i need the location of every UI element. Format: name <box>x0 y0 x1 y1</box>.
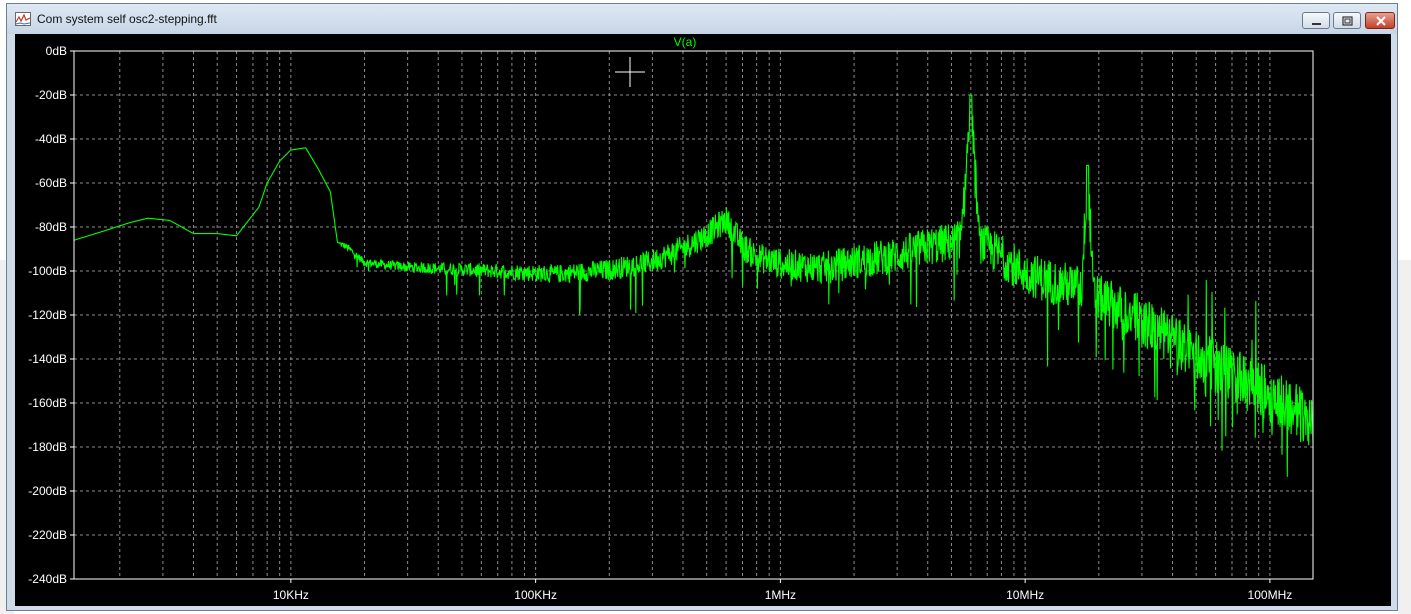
y-tick-label: 0dB <box>46 44 67 58</box>
desktop-background-right <box>1398 260 1411 614</box>
y-tick-label: -200dB <box>28 484 67 498</box>
x-tick-label: 10MHz <box>1006 588 1044 602</box>
y-tick-label: -120dB <box>28 308 67 322</box>
y-tick-label: -140dB <box>28 352 67 366</box>
y-tick-label: -220dB <box>28 528 67 542</box>
window-title: Com system self osc2-stepping.fft <box>37 12 217 26</box>
restore-icon <box>1342 16 1353 26</box>
fft-plot[interactable]: 0dB -20dB -40dB -60dB -80dB -100dB -120dB -140d… <box>15 34 1391 606</box>
plot-pane[interactable]: 0dB -20dB -40dB -60dB -80dB -100dB -120dB -140d… <box>15 34 1391 606</box>
x-tick-label: 10KHz <box>273 588 309 602</box>
trace-title[interactable]: V(a) <box>674 35 697 49</box>
x-tick-label: 100MHz <box>1248 588 1293 602</box>
y-tick-label: -100dB <box>28 264 67 278</box>
trace-layer <box>73 94 1314 477</box>
waveform-window: Com system self osc2-stepping.fft 0dB -20… <box>6 3 1398 611</box>
minimize-button[interactable] <box>1302 12 1330 29</box>
y-tick-label: -80dB <box>35 220 67 234</box>
y-tick-label: -40dB <box>35 132 67 146</box>
close-icon <box>1376 16 1386 26</box>
x-tick-label: 1MHz <box>765 588 796 602</box>
y-tick-label: -160dB <box>28 396 67 410</box>
crosshair-cursor-icon <box>615 57 645 87</box>
maximize-button[interactable] <box>1333 12 1361 29</box>
y-axis-labels: 0dB -20dB -40dB -60dB -80dB -100dB -120dB -140d… <box>28 44 74 586</box>
x-tick-label: 100KHz <box>514 588 557 602</box>
waveform-app-icon <box>15 12 31 26</box>
y-tick-label: -180dB <box>28 440 67 454</box>
minimize-icon <box>1312 23 1321 25</box>
x-axis-labels: 10KHz 100KHz 1MHz 10MHz 100MHz <box>273 579 1292 602</box>
grid <box>74 50 1313 580</box>
y-tick-label: -240dB <box>28 572 67 586</box>
close-button[interactable] <box>1365 12 1395 29</box>
trace-v-a <box>73 94 1314 477</box>
y-tick-label: -60dB <box>35 176 67 190</box>
y-tick-label: -20dB <box>35 88 67 102</box>
title-bar[interactable]: Com system self osc2-stepping.fft <box>7 4 1397 34</box>
